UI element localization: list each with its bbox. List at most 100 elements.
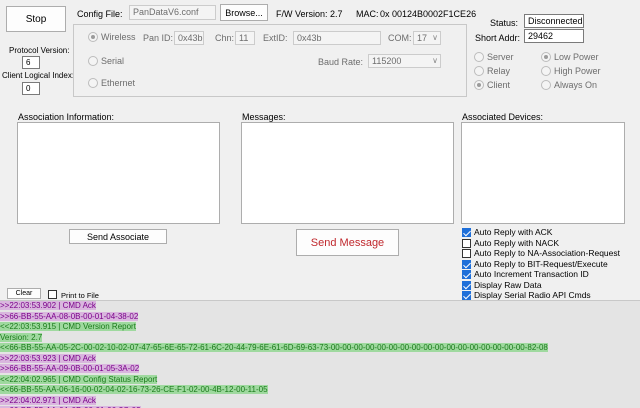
association-info-label: Association Information:: [18, 112, 115, 122]
com-select[interactable]: 17 ∨: [413, 31, 441, 45]
log-line: Version: 2.7: [0, 332, 640, 344]
relay-radio[interactable]: [474, 66, 484, 76]
options-list: Auto Reply with ACK Auto Reply with NACK A…: [462, 227, 637, 300]
mac-label: MAC:: [356, 9, 379, 19]
associated-devices-label: Associated Devices:: [462, 112, 544, 122]
log-line: <<22:03:53.915 | CMD Version Report: [0, 322, 640, 333]
send-associate-button[interactable]: Send Associate: [69, 229, 167, 244]
wireless-label: Wireless: [101, 32, 136, 42]
log-line-text: <<66-BB-55-AA-06-16-00-02-04-02-16-73-26…: [0, 385, 268, 394]
log-line-text: >>66-BB-55-AA-08-0B-00-01-04-38-02: [0, 311, 139, 321]
log-line-text: Version: 2.7: [0, 332, 43, 342]
pan-id-field[interactable]: 0x43b: [174, 31, 204, 45]
serial-radio[interactable]: [88, 56, 98, 66]
option-checkbox[interactable]: [462, 249, 471, 258]
pan-id-label: Pan ID:: [143, 33, 174, 43]
log-panel[interactable]: >>22:03:53.902 | CMD Ack >>66-BB-55-AA-0…: [0, 300, 640, 408]
low-power-label: Low Power: [554, 52, 599, 62]
serial-label: Serial: [101, 56, 125, 66]
high-power-radio[interactable]: [541, 66, 551, 76]
log-line-text: >>22:04:02.971 | CMD Ack: [0, 395, 96, 405]
short-addr-label: Short Addr:: [475, 33, 521, 43]
log-line: >>22:03:53.923 | CMD Ack: [0, 353, 640, 365]
short-addr-field: 29462: [524, 29, 584, 43]
option-label: Auto Reply to BIT-Request/Execute: [474, 258, 608, 269]
chn-label: Chn:: [215, 33, 235, 43]
option-row[interactable]: Auto Reply to BIT-Request/Execute: [462, 258, 637, 270]
mac-value: 0x 00124B0002F1CE26: [380, 9, 477, 19]
log-line: >>22:04:02.971 | CMD Ack: [0, 395, 640, 407]
log-line-text: >>22:03:53.902 | CMD Ack: [0, 301, 96, 310]
extid-label: ExtID:: [263, 33, 288, 43]
protocol-version-label: Protocol Version:: [9, 46, 70, 55]
status-label: Status:: [490, 18, 519, 28]
fw-version-label: F/W Version: 2.7: [276, 9, 343, 19]
baud-rate-select[interactable]: 115200 ∨: [368, 54, 441, 68]
option-label: Display Raw Data: [474, 279, 542, 290]
log-line-text: <<66-BB-55-AA-05-2C-00-02-10-02-07-47-65…: [0, 343, 548, 352]
associated-devices-panel[interactable]: [461, 122, 625, 224]
option-row[interactable]: Display Raw Data: [462, 279, 637, 291]
log-line-text: >>66-BB-55-AA-09-0B-00-01-05-3A-02: [0, 364, 140, 373]
config-file-field[interactable]: PanDataV6.conf: [129, 5, 216, 20]
com-label: COM:: [388, 33, 412, 43]
option-label: Display Serial Radio API Cmds: [474, 290, 591, 300]
association-info-panel[interactable]: [17, 122, 220, 224]
chevron-down-icon: ∨: [432, 33, 438, 42]
chevron-down-icon: ∨: [432, 56, 438, 65]
option-row[interactable]: Auto Reply with ACK: [462, 227, 637, 238]
messages-label: Messages:: [242, 112, 286, 122]
protocol-version-field[interactable]: 6: [22, 56, 40, 69]
log-line-text: >>22:03:53.923 | CMD Ack: [0, 353, 96, 363]
log-line: >>66-BB-55-AA-08-0B-00-01-04-38-02: [0, 311, 640, 323]
option-checkbox[interactable]: [462, 228, 471, 237]
config-file-label: Config File:: [77, 9, 123, 19]
log-line-text: <<22:04:02.965 | CMD Config Status Repor…: [0, 374, 158, 384]
option-checkbox[interactable]: [462, 270, 471, 279]
option-checkbox[interactable]: [462, 291, 471, 300]
log-line: <<66-BB-55-AA-05-2C-00-02-10-02-07-47-65…: [0, 343, 640, 354]
print-to-file-checkbox[interactable]: [48, 290, 57, 299]
option-checkbox[interactable]: [462, 259, 471, 269]
option-label: Auto Reply with ACK: [474, 227, 553, 237]
server-label: Server: [487, 52, 514, 62]
chn-field[interactable]: 11: [235, 31, 255, 45]
ethernet-label: Ethernet: [101, 78, 136, 88]
ethernet-radio[interactable]: [88, 78, 98, 88]
server-radio[interactable]: [474, 52, 484, 62]
messages-panel[interactable]: [241, 122, 454, 224]
status-field: Disconnected: [524, 14, 584, 28]
baud-rate-value: 115200: [372, 56, 402, 66]
option-checkbox[interactable]: [462, 238, 471, 248]
client-label: Client: [487, 80, 511, 90]
wireless-radio[interactable]: [88, 32, 98, 42]
browse-button[interactable]: Browse...: [220, 4, 268, 21]
log-line: >>66-BB-55-AA-09-0B-00-01-05-3A-02: [0, 364, 640, 375]
option-label: Auto Increment Transaction ID: [474, 269, 589, 279]
log-line: >>22:03:53.902 | CMD Ack: [0, 301, 640, 312]
clear-button[interactable]: Clear: [7, 288, 41, 299]
client-logical-index-field[interactable]: 0: [22, 82, 40, 95]
log-line-text: <<22:03:53.915 | CMD Version Report: [0, 322, 136, 331]
low-power-radio[interactable]: [541, 52, 551, 62]
extid-field[interactable]: 0x43b: [293, 31, 381, 45]
option-label: Auto Reply to NA-Association-Request: [474, 248, 620, 258]
option-row[interactable]: Auto Increment Transaction ID: [462, 269, 637, 280]
always-on-radio[interactable]: [541, 80, 551, 90]
client-logical-index-label: Client Logical Index:: [2, 71, 75, 80]
option-row[interactable]: Auto Reply to NA-Association-Request: [462, 248, 637, 259]
high-power-label: High Power: [554, 66, 601, 76]
print-to-file-label: Print to File: [61, 291, 99, 300]
option-label: Auto Reply with NACK: [474, 237, 560, 248]
stop-button[interactable]: Stop: [6, 6, 66, 32]
log-line: <<22:04:02.965 | CMD Config Status Repor…: [0, 374, 640, 386]
option-row[interactable]: Auto Reply with NACK: [462, 237, 637, 249]
option-checkbox[interactable]: [462, 280, 471, 290]
com-value: 17: [417, 33, 428, 43]
log-line: <<66-BB-55-AA-06-16-00-02-04-02-16-73-26…: [0, 385, 640, 396]
always-on-label: Always On: [554, 80, 598, 90]
relay-label: Relay: [487, 66, 511, 76]
baud-rate-label: Baud Rate:: [318, 57, 364, 67]
client-radio[interactable]: [474, 80, 484, 90]
send-message-button[interactable]: Send Message: [296, 229, 399, 256]
